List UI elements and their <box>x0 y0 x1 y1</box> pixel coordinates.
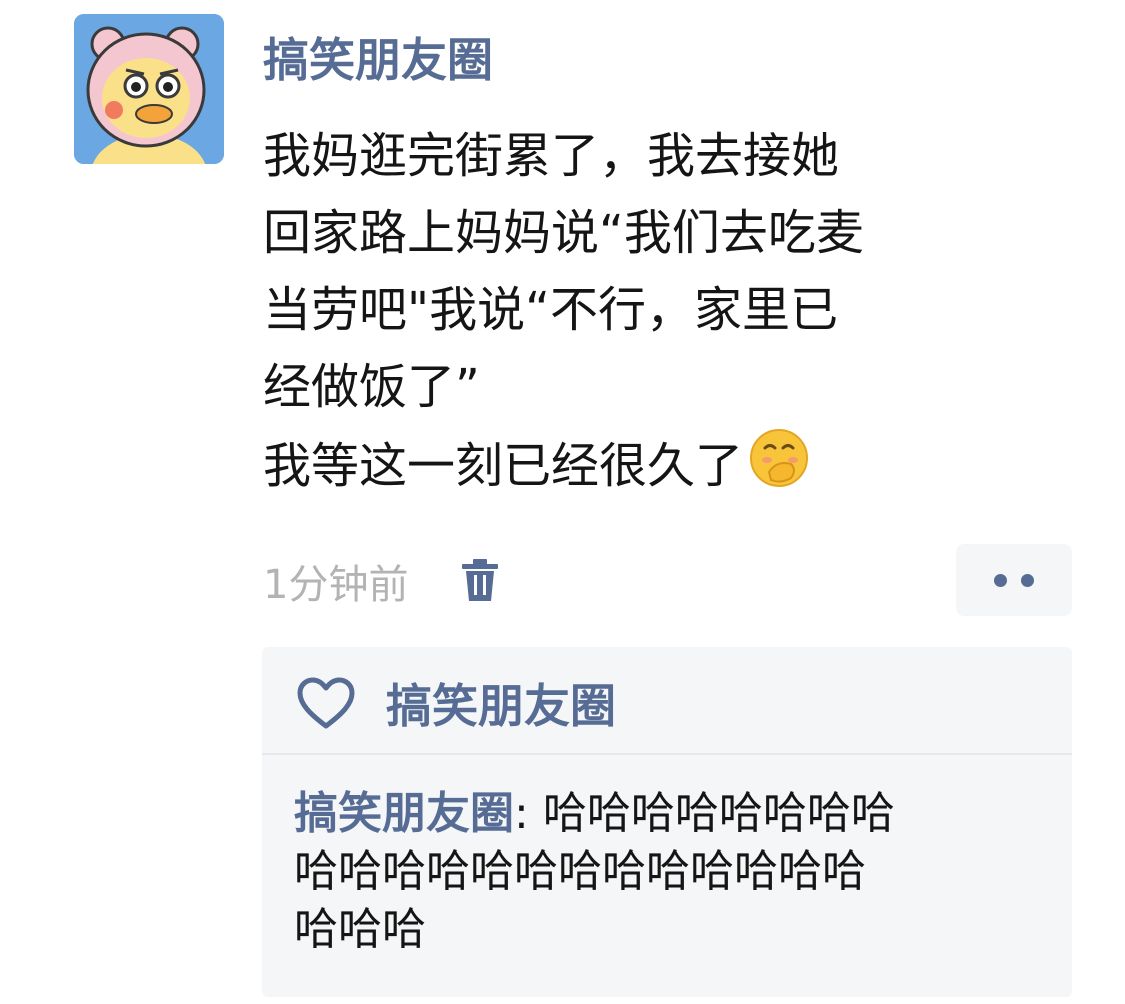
likes-row: 搞笑朋友圈 <box>296 671 616 735</box>
post-text-line: 经做饭了” <box>263 359 480 415</box>
author-avatar[interactable] <box>74 14 224 164</box>
post-text-line: 我等这一刻已经很久了 <box>263 438 744 494</box>
more-dots-button[interactable] <box>956 544 1072 616</box>
post-time: 1分钟前 <box>263 562 409 608</box>
post-text: 我妈逛完街累了，我去接她 回家路上妈妈说“我们去吃麦 当劳吧"我说“不行，家里已… <box>263 118 1063 505</box>
post-text-line: 我妈逛完街累了，我去接她 <box>263 128 840 184</box>
more-dots-icon <box>1021 573 1034 587</box>
comment-text-line: 哈哈哈哈哈哈哈哈 <box>542 788 895 839</box>
trash-icon[interactable] <box>460 558 500 604</box>
comment-author[interactable]: 搞笑朋友圈 <box>294 788 514 839</box>
heart-outline-icon <box>297 677 355 729</box>
cartoon-duck-avatar-icon <box>74 14 224 164</box>
post-text-line: 当劳吧"我说“不行，家里已 <box>263 282 838 338</box>
likes-and-comments-panel: 搞笑朋友圈 搞笑朋友圈: 哈哈哈哈哈哈哈哈 哈哈哈哈哈哈哈哈哈哈哈哈哈 哈哈哈 <box>262 647 1072 997</box>
comment-text-line: 哈哈哈 <box>294 904 426 955</box>
post-meta: 1分钟前 <box>263 545 500 617</box>
post-text-line-with-emoji: 我等这一刻已经很久了 <box>263 426 1063 505</box>
post-author-name[interactable]: 搞笑朋友圈 <box>263 24 493 96</box>
face-with-hand-over-mouth-emoji-icon <box>750 429 809 487</box>
comment-separator: : <box>514 788 529 839</box>
like-user-name[interactable]: 搞笑朋友圈 <box>386 670 616 736</box>
more-dots-icon <box>994 573 1007 587</box>
comment-line-first: 搞笑朋友圈: 哈哈哈哈哈哈哈哈 <box>294 785 1064 843</box>
post-text-line: 回家路上妈妈说“我们去吃麦 <box>263 205 864 261</box>
comment[interactable]: 搞笑朋友圈: 哈哈哈哈哈哈哈哈 哈哈哈哈哈哈哈哈哈哈哈哈哈 哈哈哈 <box>294 785 1064 959</box>
divider <box>262 753 1072 755</box>
comment-text-line: 哈哈哈哈哈哈哈哈哈哈哈哈哈 <box>294 846 866 897</box>
